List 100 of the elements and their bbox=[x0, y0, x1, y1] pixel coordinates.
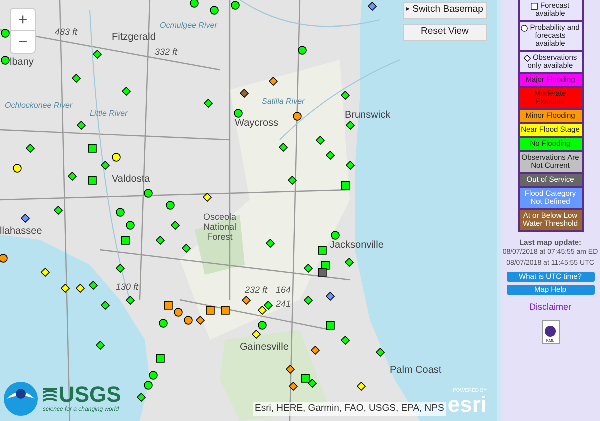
gauge-marker[interactable] bbox=[121, 236, 130, 245]
gauge-marker[interactable] bbox=[76, 284, 85, 293]
gauge-marker[interactable] bbox=[88, 176, 97, 185]
gauge-marker[interactable] bbox=[171, 221, 180, 230]
gauge-marker[interactable] bbox=[182, 244, 191, 253]
gauge-marker[interactable] bbox=[116, 264, 125, 273]
gauge-marker[interactable] bbox=[341, 336, 350, 345]
gauge-marker[interactable] bbox=[68, 172, 77, 181]
gauge-marker[interactable] bbox=[258, 306, 267, 315]
gauge-marker[interactable] bbox=[341, 181, 350, 190]
gauge-marker[interactable] bbox=[93, 50, 102, 59]
gauge-marker[interactable] bbox=[174, 308, 183, 317]
zoom-in-button[interactable]: + bbox=[11, 9, 35, 31]
gauge-marker[interactable] bbox=[159, 319, 168, 328]
disclaimer-link[interactable]: Disclaimer bbox=[529, 301, 572, 315]
gauge-marker[interactable] bbox=[240, 89, 249, 98]
gauge-marker[interactable] bbox=[26, 144, 35, 153]
gauge-marker[interactable] bbox=[311, 346, 320, 355]
gauge-marker[interactable] bbox=[318, 268, 327, 277]
map-attribution: Esri, HERE, Garmin, FAO, USGS, EPA, NPS bbox=[253, 402, 446, 416]
esri-logo: esri bbox=[448, 395, 487, 415]
gauge-marker[interactable] bbox=[1, 56, 10, 65]
gauge-marker[interactable] bbox=[206, 306, 215, 315]
gauge-marker[interactable] bbox=[252, 330, 261, 339]
gauge-marker[interactable] bbox=[1, 29, 10, 38]
gauge-marker[interactable] bbox=[301, 374, 310, 383]
gauge-marker[interactable] bbox=[72, 74, 81, 83]
gauge-marker[interactable] bbox=[318, 246, 327, 255]
gauge-marker[interactable] bbox=[144, 381, 153, 390]
gauge-marker[interactable] bbox=[221, 306, 230, 315]
gauge-marker[interactable] bbox=[326, 292, 335, 301]
gauge-marker[interactable] bbox=[341, 91, 350, 100]
gauge-marker[interactable] bbox=[144, 189, 153, 198]
map-label: Ocmulgee River bbox=[160, 20, 218, 32]
gauge-marker[interactable] bbox=[112, 153, 121, 162]
gauge-marker[interactable] bbox=[321, 261, 330, 270]
gauge-marker[interactable] bbox=[204, 99, 213, 108]
gauge-marker[interactable] bbox=[61, 284, 70, 293]
zoom-out-button[interactable]: − bbox=[11, 31, 35, 53]
gauge-marker[interactable] bbox=[126, 296, 135, 305]
gauge-marker[interactable] bbox=[308, 379, 317, 388]
gauge-marker[interactable] bbox=[326, 321, 335, 330]
map-label: Jacksonville bbox=[330, 239, 384, 253]
gauge-marker[interactable] bbox=[13, 164, 22, 173]
gauge-marker[interactable] bbox=[279, 143, 288, 152]
gauge-marker[interactable] bbox=[166, 201, 175, 210]
gauge-marker[interactable] bbox=[304, 296, 313, 305]
gauge-marker[interactable] bbox=[156, 354, 165, 363]
gauge-marker[interactable] bbox=[149, 371, 158, 380]
gauge-marker[interactable] bbox=[368, 2, 377, 11]
gauge-marker[interactable] bbox=[116, 208, 125, 217]
gauge-marker[interactable] bbox=[331, 231, 340, 240]
map-label: Palm Coast bbox=[390, 364, 442, 378]
map-label: lbany bbox=[10, 56, 34, 70]
gauge-marker[interactable] bbox=[122, 87, 131, 96]
gauge-marker[interactable] bbox=[258, 321, 267, 330]
gauge-marker[interactable] bbox=[266, 239, 275, 248]
gauge-marker[interactable] bbox=[346, 121, 355, 130]
gauge-marker[interactable] bbox=[264, 301, 273, 310]
map-label: Fitzgerald bbox=[112, 31, 156, 45]
gauge-marker[interactable] bbox=[156, 236, 165, 245]
gauge-marker[interactable] bbox=[41, 268, 50, 277]
map-label: Little River bbox=[90, 108, 128, 120]
gauge-marker[interactable] bbox=[89, 281, 98, 290]
gauge-marker[interactable] bbox=[196, 316, 205, 325]
gauge-marker[interactable] bbox=[210, 6, 219, 15]
gauge-marker[interactable] bbox=[357, 382, 366, 391]
noaa-logo-icon bbox=[3, 381, 39, 417]
gauge-marker[interactable] bbox=[286, 365, 295, 374]
reset-view-button[interactable]: Reset View bbox=[403, 24, 487, 41]
gauge-marker[interactable] bbox=[126, 221, 135, 230]
gauge-marker[interactable] bbox=[345, 258, 354, 267]
gauge-marker[interactable] bbox=[231, 1, 240, 10]
gauge-marker[interactable] bbox=[316, 136, 325, 145]
gauge-marker[interactable] bbox=[54, 206, 63, 215]
gauge-marker[interactable] bbox=[164, 301, 173, 310]
map-label: 232 ft bbox=[245, 284, 268, 297]
gauge-marker[interactable] bbox=[288, 176, 297, 185]
gauge-marker[interactable] bbox=[289, 382, 298, 391]
gauge-marker[interactable] bbox=[88, 144, 97, 153]
gauge-marker[interactable] bbox=[269, 77, 278, 86]
gauge-marker[interactable] bbox=[190, 0, 199, 8]
gauge-marker[interactable] bbox=[0, 254, 8, 263]
map-label: llahassee bbox=[0, 225, 42, 239]
gauge-marker[interactable] bbox=[96, 341, 105, 350]
gauge-marker[interactable] bbox=[346, 161, 355, 170]
gauge-marker[interactable] bbox=[101, 161, 110, 170]
gauge-marker[interactable] bbox=[21, 214, 30, 223]
gauge-marker[interactable] bbox=[298, 46, 307, 55]
gauge-marker[interactable] bbox=[293, 112, 302, 121]
gauge-marker[interactable] bbox=[304, 264, 313, 273]
gauge-marker[interactable] bbox=[77, 121, 86, 130]
gauge-marker[interactable] bbox=[242, 296, 251, 305]
gauge-marker[interactable] bbox=[376, 348, 385, 357]
gauge-marker[interactable] bbox=[203, 193, 212, 202]
gauge-marker[interactable] bbox=[184, 316, 193, 325]
gauge-marker[interactable] bbox=[101, 301, 110, 310]
gauge-marker[interactable] bbox=[326, 151, 335, 160]
gauge-marker[interactable] bbox=[137, 393, 146, 402]
gauge-marker[interactable] bbox=[234, 109, 243, 118]
